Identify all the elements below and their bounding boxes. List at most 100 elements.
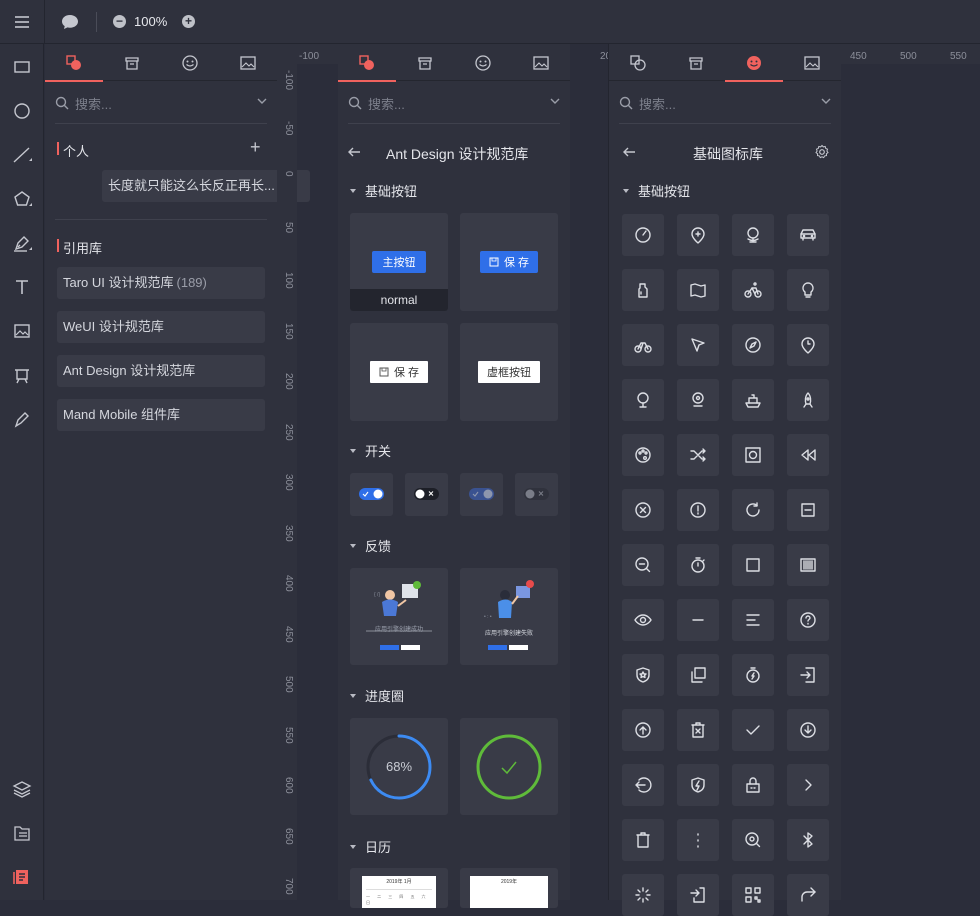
group-basic-buttons[interactable]: 基础按钮 — [350, 181, 417, 200]
slice-tool-icon[interactable] — [11, 408, 33, 430]
back-arrow-icon[interactable] — [622, 146, 636, 158]
cursor-icon[interactable] — [677, 324, 719, 366]
tab-emoji[interactable] — [454, 44, 512, 81]
copy-icon[interactable] — [677, 654, 719, 696]
question-icon[interactable] — [787, 599, 829, 641]
tab-images[interactable] — [219, 44, 277, 81]
map-icon[interactable] — [677, 269, 719, 311]
group-switch[interactable]: 开关 — [350, 441, 391, 460]
library-item-antd[interactable]: Ant Design 设计规范库 — [57, 355, 265, 387]
group-basic-buttons[interactable]: 基础按钮 — [623, 181, 690, 200]
delete-box-icon[interactable] — [677, 709, 719, 751]
tab-archive[interactable] — [103, 44, 161, 81]
ellipse-tool-icon[interactable] — [11, 100, 33, 122]
bulb-icon[interactable] — [787, 269, 829, 311]
stopwatch-icon[interactable] — [677, 544, 719, 586]
layers-icon[interactable] — [11, 778, 33, 800]
bottle-icon[interactable] — [622, 269, 664, 311]
group-feedback[interactable]: 反馈 — [350, 536, 391, 555]
minus-square-icon[interactable] — [787, 489, 829, 531]
chevron-down-icon[interactable] — [257, 97, 267, 105]
component-card-dashed-button[interactable]: 虚框按钮 — [460, 323, 558, 421]
calendar-card-month[interactable]: 2019年 1月 一 二 三 四 五 六 日 — [350, 868, 448, 908]
more-vertical-icon[interactable] — [677, 819, 719, 861]
bicycle-2-icon[interactable] — [622, 324, 664, 366]
camera-icon[interactable] — [732, 434, 774, 476]
search-zoom-icon[interactable] — [732, 819, 774, 861]
align-icon[interactable] — [732, 599, 774, 641]
import-icon[interactable] — [677, 874, 719, 916]
text-tool-icon[interactable] — [11, 276, 33, 298]
feedback-card-fail[interactable]: • : • 应用引擎创建失败 — [460, 568, 558, 665]
pen-tool-icon[interactable] — [11, 232, 33, 254]
shield-bolt-icon[interactable] — [677, 764, 719, 806]
component-card-save-white[interactable]: 保 存 — [350, 323, 448, 421]
library-item-weui[interactable]: WeUI 设计规范库 — [57, 311, 265, 343]
group-progress[interactable]: 进度圈 — [350, 686, 404, 705]
tab-components[interactable] — [609, 44, 667, 81]
tab-components[interactable] — [45, 44, 103, 82]
rocket-icon[interactable] — [787, 379, 829, 421]
comment-icon[interactable] — [58, 11, 82, 33]
bluetooth-icon[interactable] — [787, 819, 829, 861]
shield-star-icon[interactable] — [622, 654, 664, 696]
reload-icon[interactable] — [732, 489, 774, 531]
switch-card-on[interactable] — [350, 473, 393, 516]
rectangle-tool-icon[interactable] — [11, 56, 33, 78]
tab-archive[interactable] — [667, 44, 725, 81]
upload-circle-icon[interactable] — [622, 709, 664, 751]
barcode-icon[interactable] — [787, 544, 829, 586]
ship-icon[interactable] — [732, 379, 774, 421]
image-tool-icon[interactable] — [11, 320, 33, 342]
component-library-icon[interactable] — [11, 866, 33, 888]
folder-list-icon[interactable] — [11, 822, 33, 844]
loading-icon[interactable] — [622, 874, 664, 916]
zoom-out-button[interactable]: − — [113, 15, 126, 28]
switch-card-on-disabled[interactable] — [460, 473, 503, 516]
search-input[interactable]: 搜索... — [619, 90, 831, 116]
car-icon[interactable] — [787, 214, 829, 256]
logout-icon[interactable] — [622, 764, 664, 806]
tab-archive[interactable] — [396, 44, 454, 81]
tab-emoji[interactable] — [161, 44, 219, 81]
square-icon[interactable] — [732, 544, 774, 586]
search-input[interactable]: 搜索... — [348, 90, 560, 116]
check-icon[interactable] — [732, 709, 774, 751]
component-card-primary-button[interactable]: 主按钮 normal — [350, 213, 448, 311]
menu-icon[interactable] — [10, 11, 34, 33]
globe-icon[interactable] — [732, 214, 774, 256]
zoom-out-icon[interactable] — [622, 544, 664, 586]
timer-icon[interactable] — [732, 654, 774, 696]
line-tool-icon[interactable] — [11, 144, 33, 166]
progress-card-68[interactable]: 68% — [350, 718, 448, 815]
zoom-in-button[interactable]: + — [182, 15, 195, 28]
feedback-card-success[interactable]: { /} 应用引擎创建成功 — [350, 568, 448, 665]
login-icon[interactable] — [787, 654, 829, 696]
palette-icon[interactable] — [622, 434, 664, 476]
polygon-tool-icon[interactable] — [11, 188, 33, 210]
lock-icon[interactable] — [732, 764, 774, 806]
group-calendar[interactable]: 日历 — [350, 837, 391, 856]
download-circle-icon[interactable] — [787, 709, 829, 751]
location-add-icon[interactable] — [677, 214, 719, 256]
bicycle-icon[interactable] — [732, 269, 774, 311]
compass-icon[interactable] — [732, 324, 774, 366]
shuffle-icon[interactable] — [677, 434, 719, 476]
library-item-mand[interactable]: Mand Mobile 组件库 — [57, 399, 265, 431]
redo-icon[interactable] — [787, 874, 829, 916]
component-card-save-button[interactable]: 保 存 — [460, 213, 558, 311]
chevron-down-icon[interactable] — [550, 97, 560, 105]
tab-images[interactable] — [783, 44, 841, 81]
alert-circle-icon[interactable] — [677, 489, 719, 531]
location-icon[interactable] — [677, 379, 719, 421]
pin-icon[interactable] — [622, 379, 664, 421]
library-item-taro[interactable]: Taro UI 设计规范库 (189) — [57, 267, 265, 299]
rewind-icon[interactable] — [787, 434, 829, 476]
chevron-right-icon[interactable] — [787, 764, 829, 806]
qrcode-icon[interactable] — [732, 874, 774, 916]
dashboard-icon[interactable] — [622, 214, 664, 256]
progress-card-complete[interactable] — [460, 718, 558, 815]
calendar-card-year[interactable]: 2019年 — [460, 868, 558, 908]
tab-images[interactable] — [512, 44, 570, 81]
eye-icon[interactable] — [622, 599, 664, 641]
